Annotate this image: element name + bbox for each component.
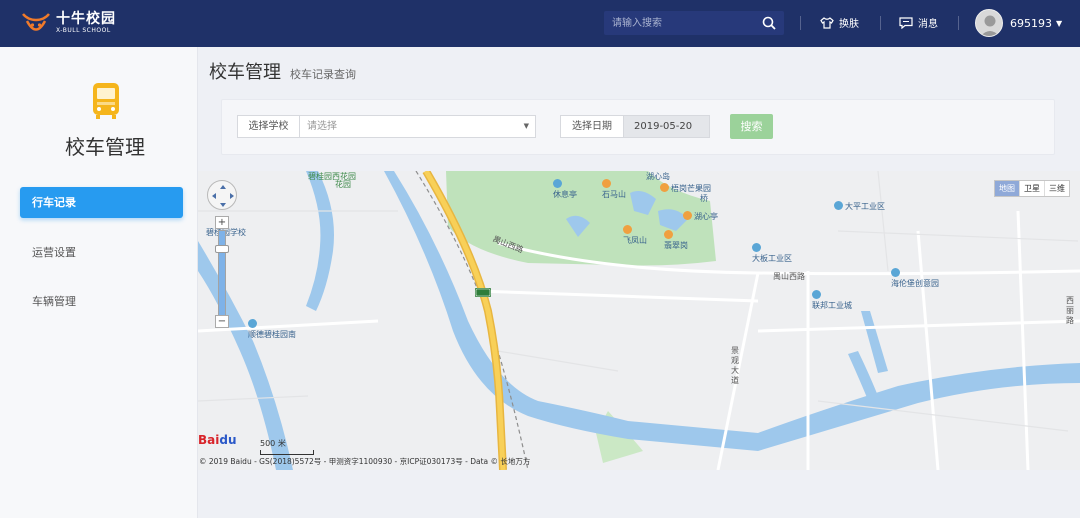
sidebar: 校车管理 行车记录 运营设置 车辆管理 xyxy=(0,47,198,518)
zoom-slider[interactable] xyxy=(218,230,226,316)
bull-logo-icon xyxy=(22,13,50,31)
shirt-icon xyxy=(820,16,834,29)
map-poi: 休息亭 xyxy=(553,179,577,200)
message-icon xyxy=(899,16,913,29)
map-base xyxy=(198,171,1080,470)
poi-icon xyxy=(834,201,843,210)
logo-subtitle: X-BULL SCHOOL xyxy=(56,27,111,34)
poi-icon xyxy=(660,183,669,192)
sidebar-title: 校车管理 xyxy=(65,135,145,159)
road-label: 禺山西路 xyxy=(773,272,805,281)
poi-icon xyxy=(812,290,821,299)
school-bus-icon xyxy=(93,83,119,119)
poi-icon xyxy=(683,211,692,220)
sidebar-item-vehicle-management[interactable]: 车辆管理 xyxy=(20,286,183,317)
poi-icon xyxy=(891,268,900,277)
chevron-down-icon: ▼ xyxy=(523,122,529,130)
zoom-out-button[interactable]: − xyxy=(215,315,229,328)
pan-arrows-icon xyxy=(212,185,234,207)
map-poi: 大平工业区 xyxy=(834,201,885,212)
divider xyxy=(880,16,881,30)
date-label: 选择日期 xyxy=(560,115,624,138)
map-scale-bar xyxy=(260,450,314,455)
page-header: 校车管理 校车记录查询 xyxy=(209,58,356,84)
sidebar-item-trip-records[interactable]: 行车记录 xyxy=(20,187,183,218)
date-field[interactable]: 2019-05-20 xyxy=(623,115,710,138)
map-poi: 大板工业区 xyxy=(752,243,792,264)
map-poi: 翡翠岗 xyxy=(664,230,688,251)
map-label: 湖心岛 xyxy=(646,172,670,181)
pan-control[interactable] xyxy=(207,180,237,210)
divider xyxy=(958,16,959,30)
map-poi: 顺德碧桂园南 xyxy=(248,319,296,340)
sidebar-item-operation-settings[interactable]: 运营设置 xyxy=(20,237,183,268)
map-poi: 联邦工业城 xyxy=(812,290,852,311)
map-type-map[interactable]: 地图 xyxy=(995,181,1019,196)
chevron-down-icon[interactable]: ▼ xyxy=(1056,19,1062,28)
zoom-slider-handle[interactable] xyxy=(215,245,229,253)
divider xyxy=(800,16,801,30)
map-label: 花园 xyxy=(335,180,351,189)
search-input[interactable] xyxy=(604,11,754,35)
zoom-in-button[interactable]: + xyxy=(215,216,229,229)
top-navbar: 十牛校园 X-BULL SCHOOL 换肤 消息 69519 xyxy=(0,0,1080,47)
school-select[interactable]: 请选择 ▼ xyxy=(299,115,536,138)
poi-icon xyxy=(248,319,257,328)
map-scale-label: 500 米 xyxy=(260,439,286,448)
map-type-switch: 地图 卫星 三维 xyxy=(994,180,1070,197)
user-menu[interactable]: 695193 ▼ xyxy=(975,9,1062,37)
map-copyright: © 2019 Baidu - GS(2018)5572号 - 甲测资字11009… xyxy=(199,457,531,466)
map-type-3d[interactable]: 三维 xyxy=(1044,181,1069,196)
poi-icon xyxy=(553,179,562,188)
map-poi: 飞凤山 xyxy=(623,225,647,246)
map-view[interactable]: 碧桂园西花园 花园 休息亭 湖心岛 石马山 梧岗芒果园 湖心亭 桥 飞凤山 翡翠… xyxy=(198,171,1080,470)
page-subtitle: 校车记录查询 xyxy=(290,68,356,81)
school-select-placeholder: 请选择 xyxy=(307,121,337,132)
username: 695193 xyxy=(1010,16,1052,30)
logo-title: 十牛校园 xyxy=(56,11,116,27)
map-type-satellite[interactable]: 卫星 xyxy=(1019,181,1044,196)
poi-icon xyxy=(752,243,761,252)
message-label: 消息 xyxy=(918,19,938,30)
poi-icon xyxy=(664,230,673,239)
poi-icon xyxy=(602,179,611,188)
map-label: 桥 xyxy=(700,194,708,203)
poi-icon xyxy=(623,225,632,234)
skin-label: 换肤 xyxy=(839,19,859,30)
search-button[interactable]: 搜索 xyxy=(730,114,773,139)
baidu-logo: Baidu xyxy=(198,433,237,447)
skin-button[interactable]: 换肤 xyxy=(820,15,859,30)
map-poi: 海伦堡创意园 xyxy=(891,268,939,289)
page-title: 校车管理 xyxy=(209,62,281,83)
map-poi: 湖心亭 xyxy=(683,211,718,222)
road-label: 景观大道 xyxy=(731,346,739,385)
user-avatar-icon xyxy=(980,15,1000,36)
message-button[interactable]: 消息 xyxy=(899,15,938,30)
search-box xyxy=(604,11,784,35)
school-label: 选择学校 xyxy=(237,115,300,138)
road-label: 西丽路 xyxy=(1066,296,1074,325)
map-poi: 石马山 xyxy=(602,179,626,200)
app-logo[interactable]: 十牛校园 X-BULL SCHOOL xyxy=(20,8,116,38)
search-icon[interactable] xyxy=(761,15,777,31)
avatar[interactable] xyxy=(975,9,1003,37)
